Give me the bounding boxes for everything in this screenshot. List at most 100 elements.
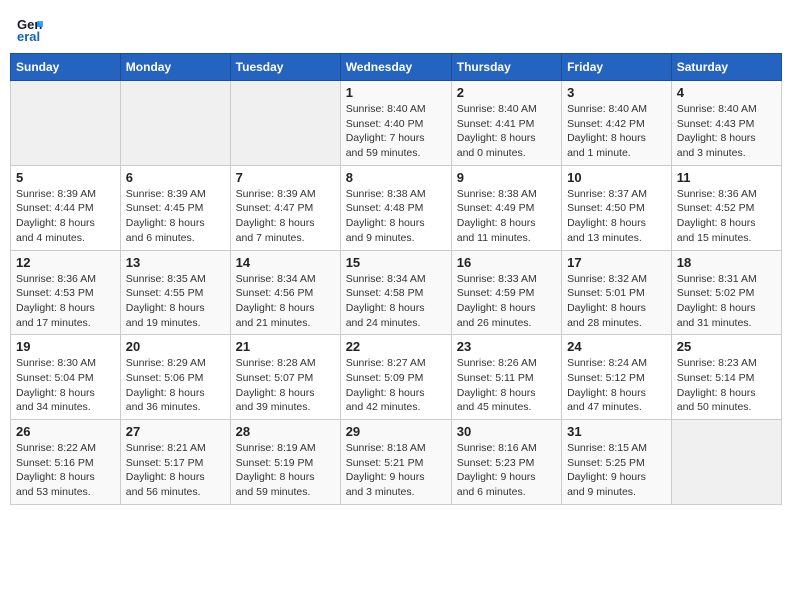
day-info: Sunrise: 8:21 AM Sunset: 5:17 PM Dayligh… [126, 441, 225, 500]
day-info: Sunrise: 8:38 AM Sunset: 4:49 PM Dayligh… [457, 187, 556, 246]
day-info: Sunrise: 8:31 AM Sunset: 5:02 PM Dayligh… [677, 272, 776, 331]
day-number: 5 [16, 170, 115, 185]
calendar-cell: 14 Sunrise: 8:34 AM Sunset: 4:56 PM Dayli… [230, 250, 340, 335]
calendar-cell: 1 Sunrise: 8:40 AM Sunset: 4:40 PM Daylig… [340, 81, 451, 166]
calendar-cell: 10 Sunrise: 8:37 AM Sunset: 4:50 PM Dayli… [562, 165, 672, 250]
day-number: 8 [346, 170, 446, 185]
day-info: Sunrise: 8:18 AM Sunset: 5:21 PM Dayligh… [346, 441, 446, 500]
day-number: 18 [677, 255, 776, 270]
weekday-header: Friday [562, 54, 672, 81]
calendar-table: SundayMondayTuesdayWednesdayThursdayFrid… [10, 53, 782, 505]
weekday-header: Tuesday [230, 54, 340, 81]
day-info: Sunrise: 8:37 AM Sunset: 4:50 PM Dayligh… [567, 187, 666, 246]
day-number: 2 [457, 85, 556, 100]
weekday-header: Wednesday [340, 54, 451, 81]
day-number: 17 [567, 255, 666, 270]
calendar-week-row: 26 Sunrise: 8:22 AM Sunset: 5:16 PM Dayli… [11, 420, 782, 505]
day-info: Sunrise: 8:39 AM Sunset: 4:45 PM Dayligh… [126, 187, 225, 246]
day-info: Sunrise: 8:26 AM Sunset: 5:11 PM Dayligh… [457, 356, 556, 415]
calendar-week-row: 1 Sunrise: 8:40 AM Sunset: 4:40 PM Daylig… [11, 81, 782, 166]
calendar-week-row: 19 Sunrise: 8:30 AM Sunset: 5:04 PM Dayli… [11, 335, 782, 420]
day-info: Sunrise: 8:40 AM Sunset: 4:43 PM Dayligh… [677, 102, 776, 161]
calendar-cell: 17Sunrise: 8:32 AM Sunset: 5:01 PM Dayli… [562, 250, 672, 335]
calendar-body: 1 Sunrise: 8:40 AM Sunset: 4:40 PM Daylig… [11, 81, 782, 505]
day-info: Sunrise: 8:16 AM Sunset: 5:23 PM Dayligh… [457, 441, 556, 500]
day-info: Sunrise: 8:40 AM Sunset: 4:42 PM Dayligh… [567, 102, 666, 161]
calendar-cell [11, 81, 121, 166]
calendar-cell: 30 Sunrise: 8:16 AM Sunset: 5:23 PM Dayli… [451, 420, 561, 505]
calendar-cell: 16 Sunrise: 8:33 AM Sunset: 4:59 PM Dayli… [451, 250, 561, 335]
calendar-cell: 28Sunrise: 8:19 AM Sunset: 5:19 PM Dayli… [230, 420, 340, 505]
day-info: Sunrise: 8:38 AM Sunset: 4:48 PM Dayligh… [346, 187, 446, 246]
day-info: Sunrise: 8:39 AM Sunset: 4:44 PM Dayligh… [16, 187, 115, 246]
calendar-cell [671, 420, 781, 505]
day-number: 30 [457, 424, 556, 439]
day-info: Sunrise: 8:29 AM Sunset: 5:06 PM Dayligh… [126, 356, 225, 415]
day-info: Sunrise: 8:40 AM Sunset: 4:41 PM Dayligh… [457, 102, 556, 161]
page-header: Gen eral [10, 10, 782, 43]
calendar-week-row: 12 Sunrise: 8:36 AM Sunset: 4:53 PM Dayli… [11, 250, 782, 335]
day-number: 24 [567, 339, 666, 354]
day-number: 23 [457, 339, 556, 354]
day-number: 7 [236, 170, 335, 185]
weekday-header: Monday [120, 54, 230, 81]
day-number: 27 [126, 424, 225, 439]
day-info: Sunrise: 8:23 AM Sunset: 5:14 PM Dayligh… [677, 356, 776, 415]
calendar-cell: 9 Sunrise: 8:38 AM Sunset: 4:49 PM Daylig… [451, 165, 561, 250]
calendar-header-row: SundayMondayTuesdayWednesdayThursdayFrid… [11, 54, 782, 81]
calendar-cell: 21Sunrise: 8:28 AM Sunset: 5:07 PM Dayli… [230, 335, 340, 420]
calendar-cell: 23 Sunrise: 8:26 AM Sunset: 5:11 PM Dayli… [451, 335, 561, 420]
day-info: Sunrise: 8:19 AM Sunset: 5:19 PM Dayligh… [236, 441, 335, 500]
calendar-cell: 3 Sunrise: 8:40 AM Sunset: 4:42 PM Daylig… [562, 81, 672, 166]
calendar-cell: 18 Sunrise: 8:31 AM Sunset: 5:02 PM Dayli… [671, 250, 781, 335]
day-info: Sunrise: 8:35 AM Sunset: 4:55 PM Dayligh… [126, 272, 225, 331]
day-number: 22 [346, 339, 446, 354]
day-info: Sunrise: 8:15 AM Sunset: 5:25 PM Dayligh… [567, 441, 666, 500]
day-number: 13 [126, 255, 225, 270]
calendar-cell [120, 81, 230, 166]
day-info: Sunrise: 8:22 AM Sunset: 5:16 PM Dayligh… [16, 441, 115, 500]
day-number: 4 [677, 85, 776, 100]
day-number: 9 [457, 170, 556, 185]
day-number: 25 [677, 339, 776, 354]
calendar-cell: 20 Sunrise: 8:29 AM Sunset: 5:06 PM Dayli… [120, 335, 230, 420]
calendar-cell: 19 Sunrise: 8:30 AM Sunset: 5:04 PM Dayli… [11, 335, 121, 420]
calendar-cell: 24Sunrise: 8:24 AM Sunset: 5:12 PM Dayli… [562, 335, 672, 420]
svg-text:eral: eral [17, 29, 40, 43]
calendar-cell: 26 Sunrise: 8:22 AM Sunset: 5:16 PM Dayli… [11, 420, 121, 505]
calendar-cell: 4 Sunrise: 8:40 AM Sunset: 4:43 PM Daylig… [671, 81, 781, 166]
calendar-cell: 2 Sunrise: 8:40 AM Sunset: 4:41 PM Daylig… [451, 81, 561, 166]
calendar-cell: 5 Sunrise: 8:39 AM Sunset: 4:44 PM Daylig… [11, 165, 121, 250]
day-number: 21 [236, 339, 335, 354]
weekday-header: Saturday [671, 54, 781, 81]
day-info: Sunrise: 8:40 AM Sunset: 4:40 PM Dayligh… [346, 102, 446, 161]
day-number: 15 [346, 255, 446, 270]
calendar-cell: 12 Sunrise: 8:36 AM Sunset: 4:53 PM Dayli… [11, 250, 121, 335]
calendar-cell: 31Sunrise: 8:15 AM Sunset: 5:25 PM Dayli… [562, 420, 672, 505]
day-number: 14 [236, 255, 335, 270]
calendar-cell [230, 81, 340, 166]
day-info: Sunrise: 8:33 AM Sunset: 4:59 PM Dayligh… [457, 272, 556, 331]
day-info: Sunrise: 8:27 AM Sunset: 5:09 PM Dayligh… [346, 356, 446, 415]
calendar-cell: 15 Sunrise: 8:34 AM Sunset: 4:58 PM Dayli… [340, 250, 451, 335]
calendar-cell: 22 Sunrise: 8:27 AM Sunset: 5:09 PM Dayli… [340, 335, 451, 420]
day-number: 12 [16, 255, 115, 270]
day-info: Sunrise: 8:30 AM Sunset: 5:04 PM Dayligh… [16, 356, 115, 415]
day-info: Sunrise: 8:36 AM Sunset: 4:52 PM Dayligh… [677, 187, 776, 246]
day-number: 10 [567, 170, 666, 185]
day-number: 19 [16, 339, 115, 354]
calendar-cell: 13 Sunrise: 8:35 AM Sunset: 4:55 PM Dayli… [120, 250, 230, 335]
day-number: 3 [567, 85, 666, 100]
calendar-cell: 29 Sunrise: 8:18 AM Sunset: 5:21 PM Dayli… [340, 420, 451, 505]
day-info: Sunrise: 8:39 AM Sunset: 4:47 PM Dayligh… [236, 187, 335, 246]
day-info: Sunrise: 8:34 AM Sunset: 4:56 PM Dayligh… [236, 272, 335, 331]
day-number: 1 [346, 85, 446, 100]
day-number: 26 [16, 424, 115, 439]
calendar-week-row: 5 Sunrise: 8:39 AM Sunset: 4:44 PM Daylig… [11, 165, 782, 250]
day-number: 29 [346, 424, 446, 439]
day-info: Sunrise: 8:34 AM Sunset: 4:58 PM Dayligh… [346, 272, 446, 331]
day-info: Sunrise: 8:36 AM Sunset: 4:53 PM Dayligh… [16, 272, 115, 331]
day-number: 20 [126, 339, 225, 354]
day-number: 6 [126, 170, 225, 185]
day-number: 16 [457, 255, 556, 270]
